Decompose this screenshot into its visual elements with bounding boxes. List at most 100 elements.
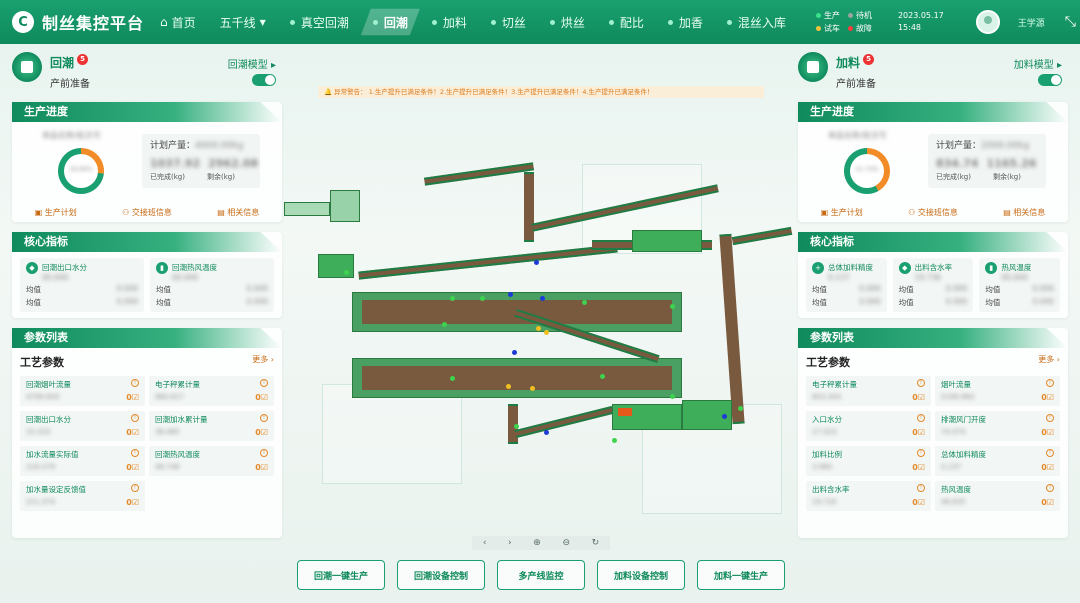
chevron-down-icon: ▼: [259, 17, 266, 27]
info-icon[interactable]: !: [1046, 414, 1054, 422]
casing-equipment-button[interactable]: 加料设备控制: [597, 560, 685, 590]
edit-icon[interactable]: 0☑: [255, 393, 268, 402]
param-label: 加水流量实际值: [26, 450, 79, 459]
nav-home[interactable]: ⌂ 首页: [160, 0, 208, 44]
tab-vacuum-conditioning[interactable]: 真空回潮: [278, 0, 361, 44]
multi-line-monitor-button[interactable]: 多产线监控: [497, 560, 585, 590]
left-panel: 回潮 5 产前准备 回潮模型 ▸ 生产进度 单品名称/批次号 26.84% 计划产…: [12, 48, 282, 538]
conditioning-equipment-button[interactable]: 回潮设备控制: [397, 560, 485, 590]
edit-icon[interactable]: 0☑: [126, 498, 139, 507]
reset-view-icon[interactable]: ↻: [592, 538, 600, 548]
plan-label: 计划产量：2000.00kg: [936, 141, 1030, 151]
tab-label: 加料: [442, 15, 467, 30]
collapse-icon[interactable]: ⤡: [1065, 14, 1076, 30]
shift-info-link[interactable]: ⚇ 交接班信息: [908, 207, 958, 218]
edit-icon[interactable]: 0☑: [255, 428, 268, 437]
model-link[interactable]: 加料模型 ▸: [1014, 56, 1062, 71]
production-plan-link[interactable]: ▣ 生产计划: [35, 207, 77, 218]
kpi-card: 核心指标 + 总体加料精度 0.137 均值 0.000 均值 0.000 ◆ 出料含水率…: [798, 232, 1068, 318]
warning-bar: 🔔 异常警告： 1.生产提升已满足条件！2.生产提升已满足条件！3.生产提升已满…: [318, 86, 764, 98]
edit-icon[interactable]: 0☑: [1041, 498, 1054, 507]
tab-casing[interactable]: 加料: [420, 0, 479, 44]
process-name: 回潮 5: [50, 54, 90, 71]
param-value: 17.023: [812, 428, 837, 436]
param-label: 回潮加水累计量: [155, 415, 208, 424]
model-link[interactable]: 回潮模型 ▸: [228, 56, 276, 71]
param-value: 48.635: [941, 498, 966, 506]
model-toggle[interactable]: [1038, 74, 1062, 86]
info-icon[interactable]: !: [917, 484, 925, 492]
edit-icon[interactable]: 0☑: [912, 463, 925, 472]
zoom-in-icon[interactable]: ⊕: [533, 538, 541, 548]
process-header: 回潮 5 产前准备 回潮模型 ▸: [12, 48, 282, 98]
progress-card: 生产进度 单品名称/批次号 26.84% 计划产量：4000.00kg 1037…: [12, 102, 282, 222]
tab-conditioning[interactable]: 回潮: [361, 0, 420, 44]
info-icon[interactable]: !: [131, 484, 139, 492]
process-state: 产前准备: [50, 79, 90, 90]
kpi-item: ▮ 热风温度 00.000 均值 0.000 均值 0.000: [979, 258, 1061, 312]
line-dropdown[interactable]: 五千线 ▼: [208, 0, 278, 44]
param-label: 加料比例: [812, 450, 842, 459]
edit-icon[interactable]: 0☑: [1041, 428, 1054, 437]
edit-icon[interactable]: 0☑: [255, 463, 268, 472]
zoom-out-icon[interactable]: ⊖: [562, 538, 570, 548]
more-link[interactable]: 更多 ›: [1038, 354, 1060, 370]
production-line-3d-view[interactable]: [282, 104, 798, 524]
param-value: 19.720: [812, 498, 837, 506]
edit-icon[interactable]: 0☑: [912, 498, 925, 507]
info-icon[interactable]: !: [131, 414, 139, 422]
tab-mixing-storage[interactable]: 混丝入库: [715, 0, 798, 44]
param-item: 回潮热风温度 48.748! 0☑: [149, 446, 274, 476]
info-icon[interactable]: !: [131, 449, 139, 457]
param-item: 加料比例 3.980! 0☑: [806, 446, 931, 476]
related-info-link[interactable]: ▤ 相关信息: [217, 207, 259, 218]
edit-icon[interactable]: 0☑: [126, 463, 139, 472]
section-title: 核心指标: [798, 232, 1068, 252]
tab-label: 切丝: [501, 15, 526, 30]
related-info-link[interactable]: ▤ 相关信息: [1003, 207, 1045, 218]
tab-dot-icon: [490, 19, 496, 25]
info-icon[interactable]: !: [260, 449, 268, 457]
info-icon[interactable]: !: [917, 379, 925, 387]
info-icon[interactable]: !: [917, 414, 925, 422]
tab-blending[interactable]: 配比: [597, 0, 656, 44]
info-icon[interactable]: !: [260, 379, 268, 387]
kpi-item: + 总体加料精度 0.137 均值 0.000 均值 0.000: [806, 258, 887, 312]
param-item: 烟叶流量 5199.960! 0☑: [935, 376, 1060, 406]
edit-icon[interactable]: 0☑: [1041, 463, 1054, 472]
param-value: 960.617: [155, 393, 184, 401]
model-toggle[interactable]: [252, 74, 276, 86]
param-item: 热风温度 48.635! 0☑: [935, 481, 1060, 511]
process-header: 加料 5 产前准备 加料模型 ▸: [798, 48, 1068, 98]
tab-flavoring[interactable]: 加香: [656, 0, 715, 44]
section-title: 生产进度: [12, 102, 282, 122]
brand: C 制丝集控平台: [0, 10, 160, 34]
production-plan-link[interactable]: ▣ 生产计划: [821, 207, 863, 218]
info-icon[interactable]: !: [1046, 449, 1054, 457]
info-icon[interactable]: !: [260, 414, 268, 422]
edit-icon[interactable]: 0☑: [912, 393, 925, 402]
param-value: 803.344: [812, 393, 841, 401]
prev-icon[interactable]: ‹: [483, 538, 487, 548]
tab-dot-icon: [608, 19, 614, 25]
param-grid: 电子秤累计量 803.344! 0☑ 烟叶流量 5199.960! 0☑ 入口水分 17.02…: [806, 376, 1060, 511]
info-icon[interactable]: !: [917, 449, 925, 457]
more-link[interactable]: 更多 ›: [252, 354, 274, 370]
tab-drying[interactable]: 烘丝: [538, 0, 597, 44]
info-icon[interactable]: !: [1046, 379, 1054, 387]
tab-cutting[interactable]: 切丝: [479, 0, 538, 44]
avatar[interactable]: [975, 10, 1000, 34]
edit-icon[interactable]: 0☑: [912, 428, 925, 437]
info-icon[interactable]: !: [1046, 484, 1054, 492]
batch-name: 单品名称/批次号: [828, 131, 887, 140]
info-icon[interactable]: !: [131, 379, 139, 387]
shift-info-link[interactable]: ⚇ 交接班信息: [122, 207, 172, 218]
edit-icon[interactable]: 0☑: [126, 428, 139, 437]
casing-one-click-button[interactable]: 加料一键生产: [697, 560, 785, 590]
conditioning-one-click-button[interactable]: 回潮一键生产: [297, 560, 385, 590]
edit-icon[interactable]: 0☑: [1041, 393, 1054, 402]
edit-icon[interactable]: 0☑: [126, 393, 139, 402]
param-item: 排潮风门开度 74.474! 0☑: [935, 411, 1060, 441]
tab-label: 真空回潮: [300, 15, 349, 30]
next-icon[interactable]: ›: [508, 538, 512, 548]
